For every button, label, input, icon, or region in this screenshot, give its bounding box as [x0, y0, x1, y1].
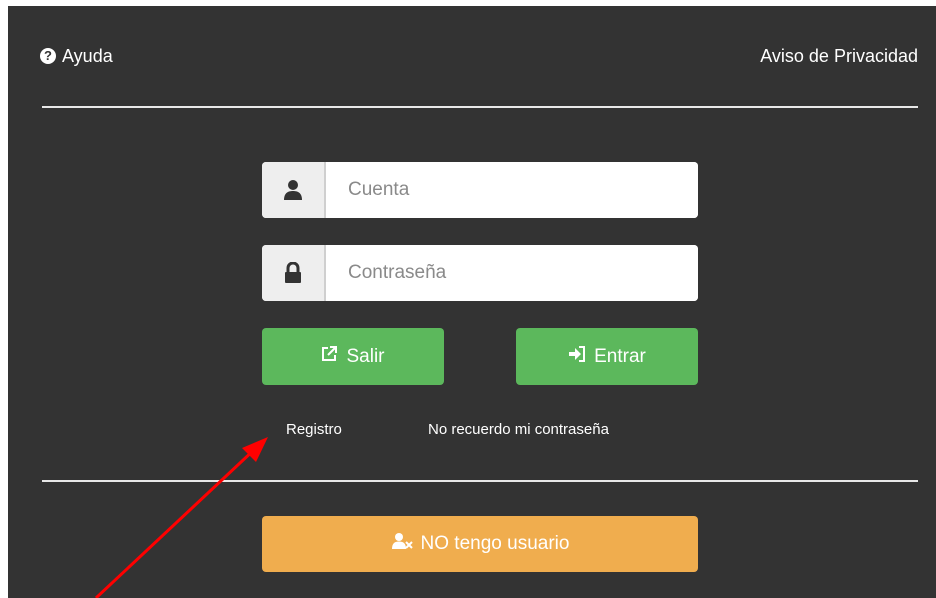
exit-button[interactable]: Salir	[262, 328, 444, 385]
help-link[interactable]: ? Ayuda	[40, 44, 113, 68]
privacy-notice-link[interactable]: Aviso de Privacidad	[760, 44, 918, 68]
top-divider	[42, 106, 918, 108]
help-label: Ayuda	[62, 46, 113, 66]
lock-icon	[262, 245, 326, 301]
external-link-icon	[321, 345, 338, 368]
enter-label: Entrar	[594, 345, 646, 367]
no-user-label: NO tengo usuario	[420, 533, 570, 554]
question-circle-icon: ?	[40, 48, 56, 64]
bottom-divider	[42, 480, 918, 482]
register-link[interactable]: Registro	[286, 421, 342, 438]
sign-in-icon	[568, 345, 586, 368]
enter-button[interactable]: Entrar	[516, 328, 698, 385]
user-icon	[262, 162, 326, 218]
forgot-password-link[interactable]: No recuerdo mi contraseña	[428, 421, 609, 438]
account-input-group	[262, 162, 698, 218]
password-input-group	[262, 245, 698, 301]
password-input[interactable]	[326, 245, 698, 301]
exit-label: Salir	[346, 345, 385, 367]
login-panel	[8, 6, 936, 598]
user-times-icon	[391, 532, 413, 556]
no-user-button[interactable]: NO tengo usuario	[262, 516, 698, 572]
account-input[interactable]	[326, 162, 698, 218]
